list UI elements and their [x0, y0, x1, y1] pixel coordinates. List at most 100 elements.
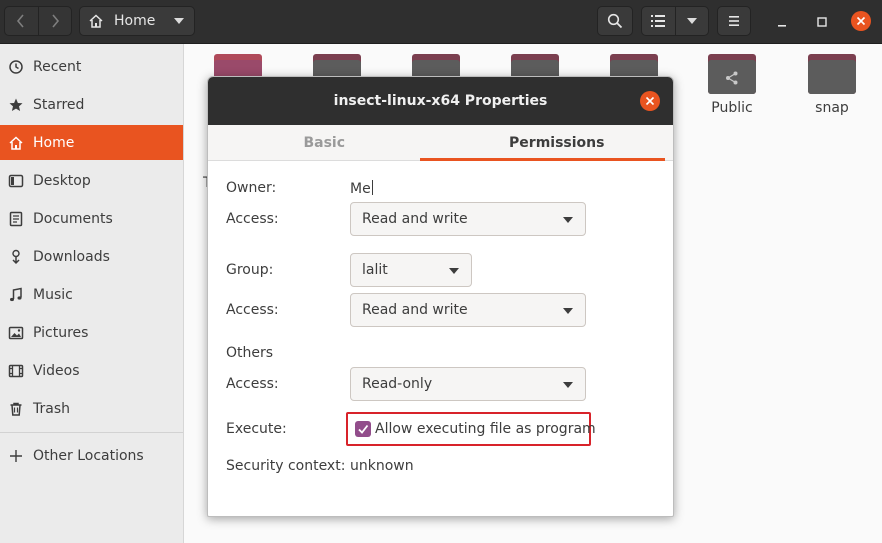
file-label-snap[interactable]: snap	[792, 100, 872, 116]
minimize-button[interactable]	[770, 10, 794, 34]
plus-icon	[8, 448, 24, 464]
search-icon	[607, 13, 623, 29]
sidebar-divider	[0, 432, 183, 433]
sidebar-item-desktop[interactable]: Desktop	[0, 163, 183, 198]
chevron-down-icon	[563, 217, 573, 223]
home-icon	[8, 135, 24, 151]
properties-dialog: insect-linux-x64 Properties Basic Permis…	[207, 76, 674, 517]
owner-access-value: Read and write	[362, 211, 468, 227]
path-bar-home-button[interactable]: Home	[79, 6, 195, 36]
close-icon	[645, 96, 655, 106]
chevron-down-icon	[174, 18, 184, 24]
chevron-down-icon	[563, 382, 573, 388]
sidebar-item-home[interactable]: Home	[0, 125, 183, 160]
sidebar-item-label: Other Locations	[33, 447, 144, 464]
menu-icon	[729, 16, 739, 26]
music-icon	[8, 287, 24, 303]
tab-permissions[interactable]: Permissions	[441, 125, 674, 160]
group-access-value: Read and write	[362, 302, 468, 318]
chevron-down-icon	[686, 18, 697, 24]
view-options	[641, 6, 709, 36]
download-icon	[8, 249, 24, 265]
security-context-label: Security context:	[226, 458, 346, 474]
dialog-close-button[interactable]	[640, 91, 660, 111]
maximize-button[interactable]	[810, 10, 834, 34]
group-dropdown[interactable]: lalit	[350, 253, 472, 287]
sidebar-item-label: Desktop	[33, 172, 91, 189]
videos-icon	[8, 363, 24, 379]
documents-icon	[8, 211, 24, 227]
owner-value: Me	[350, 180, 373, 197]
others-access-label: Access:	[226, 376, 279, 392]
search-button[interactable]	[597, 6, 633, 36]
checkmark-icon	[358, 424, 369, 434]
sidebar: Recent Starred Home Desktop Documents Do…	[0, 44, 184, 543]
group-value: lalit	[362, 262, 388, 278]
sidebar-item-label: Recent	[33, 58, 82, 75]
pictures-icon	[8, 325, 24, 341]
sidebar-item-trash[interactable]: Trash	[0, 391, 183, 426]
desktop-icon	[8, 173, 24, 189]
chevron-down-icon	[563, 308, 573, 314]
header-bar: Home	[0, 0, 882, 44]
clock-icon	[8, 59, 24, 75]
sidebar-item-downloads[interactable]: Downloads	[0, 239, 183, 274]
sidebar-item-videos[interactable]: Videos	[0, 353, 183, 388]
sidebar-item-label: Pictures	[33, 324, 89, 341]
sidebar-item-label: Home	[33, 134, 75, 151]
sidebar-item-starred[interactable]: Starred	[0, 87, 183, 122]
chevron-down-icon	[449, 268, 459, 274]
view-options-dropdown[interactable]	[674, 7, 709, 35]
sidebar-item-documents[interactable]: Documents	[0, 201, 183, 236]
sidebar-item-label: Videos	[33, 362, 80, 379]
star-icon	[8, 97, 24, 113]
execute-checkbox-label[interactable]: Allow executing file as program	[375, 421, 596, 437]
path-bar-label: Home	[114, 13, 156, 29]
execute-label: Execute:	[226, 421, 287, 437]
dialog-titlebar: insect-linux-x64 Properties	[208, 77, 673, 125]
group-label: Group:	[226, 262, 274, 278]
sidebar-item-label: Downloads	[33, 248, 110, 265]
others-access-dropdown[interactable]: Read-only	[350, 367, 586, 401]
sidebar-item-other-locations[interactable]: Other Locations	[0, 438, 183, 473]
list-view-button[interactable]	[642, 7, 675, 35]
sidebar-item-music[interactable]: Music	[0, 277, 183, 312]
others-access-value: Read-only	[362, 376, 433, 392]
dialog-tabs: Basic Permissions	[208, 125, 673, 161]
navigation-buttons	[4, 6, 72, 36]
main-menu-button[interactable]	[717, 6, 751, 36]
group-access-label: Access:	[226, 302, 279, 318]
forward-button[interactable]	[37, 7, 72, 35]
home-icon	[89, 14, 103, 28]
security-context-value: unknown	[350, 458, 414, 474]
text-cursor	[371, 180, 373, 195]
tab-basic[interactable]: Basic	[208, 125, 441, 160]
minimize-icon	[778, 25, 786, 27]
sidebar-item-pictures[interactable]: Pictures	[0, 315, 183, 350]
owner-label: Owner:	[226, 180, 277, 196]
owner-value-text: Me	[350, 181, 371, 197]
file-label-public[interactable]: Public	[692, 100, 772, 116]
snap-folder-icon[interactable]	[808, 54, 856, 94]
group-access-dropdown[interactable]: Read and write	[350, 293, 586, 327]
sidebar-item-label: Trash	[33, 400, 70, 417]
sidebar-item-label: Starred	[33, 96, 85, 113]
go-forward-icon	[52, 14, 59, 28]
sidebar-item-recent[interactable]: Recent	[0, 49, 183, 84]
trash-icon	[8, 401, 24, 417]
sidebar-item-label: Music	[33, 286, 73, 303]
active-tab-indicator	[420, 158, 665, 161]
sidebar-item-label: Documents	[33, 210, 113, 227]
public-folder-icon[interactable]	[708, 54, 756, 94]
close-icon	[856, 16, 866, 26]
owner-access-label: Access:	[226, 211, 279, 227]
go-back-icon	[17, 14, 24, 28]
maximize-icon	[817, 17, 827, 27]
others-label: Others	[226, 345, 274, 361]
execute-checkbox[interactable]	[355, 421, 371, 437]
window-close-button[interactable]	[851, 11, 871, 31]
owner-access-dropdown[interactable]: Read and write	[350, 202, 586, 236]
share-icon	[726, 71, 738, 85]
dialog-title: insect-linux-x64 Properties	[333, 93, 548, 109]
back-button[interactable]	[5, 7, 38, 35]
